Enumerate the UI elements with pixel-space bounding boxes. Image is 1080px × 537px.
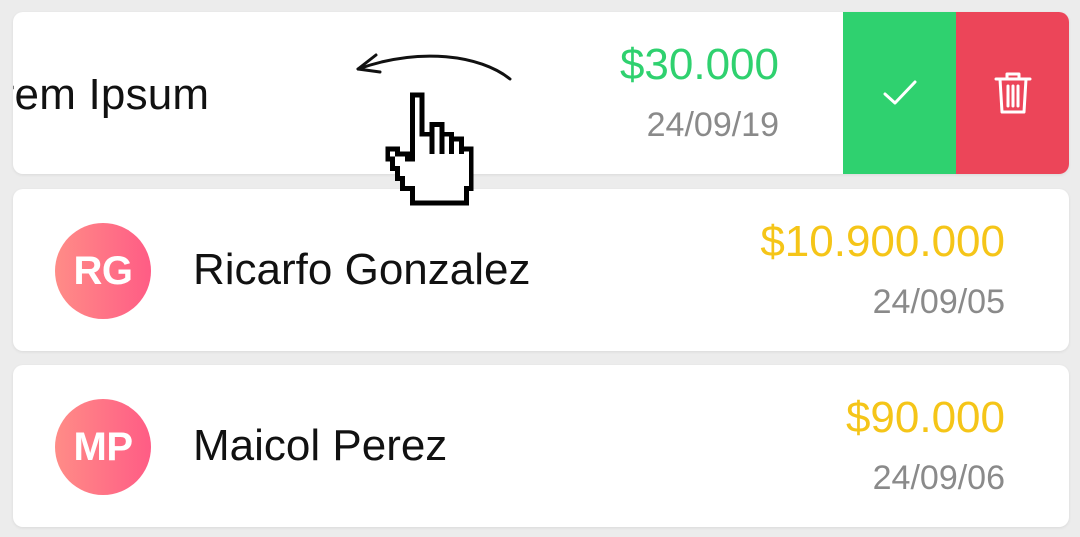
item-amount: $30.000 [619,40,779,89]
item-amount: $10.900.000 [760,217,1005,266]
approve-button[interactable] [843,12,956,174]
item-date: 24/09/05 [872,283,1005,321]
item-name: orem Ipsum [13,70,210,119]
list-item[interactable]: MP Maicol Perez $90.000 24/09/06 [13,365,1069,527]
list-item[interactable]: RG Ricarfo Gonzalez $10.900.000 24/09/05 [13,189,1069,351]
item-date: 24/09/19 [646,106,779,144]
item-amount: $90.000 [845,393,1005,442]
avatar: MP [55,399,151,495]
delete-button[interactable] [956,12,1069,174]
item-date: 24/09/06 [872,459,1005,497]
swiped-list-item[interactable]: orem Ipsum $30.000 24/09/19 [13,12,1069,174]
avatar: RG [55,223,151,319]
trash-icon [994,72,1031,114]
swiped-item-content[interactable]: orem Ipsum $30.000 24/09/19 [13,12,843,174]
item-name: Maicol Perez [193,421,448,470]
item-name: Ricarfo Gonzalez [193,245,531,294]
check-icon [883,80,916,105]
